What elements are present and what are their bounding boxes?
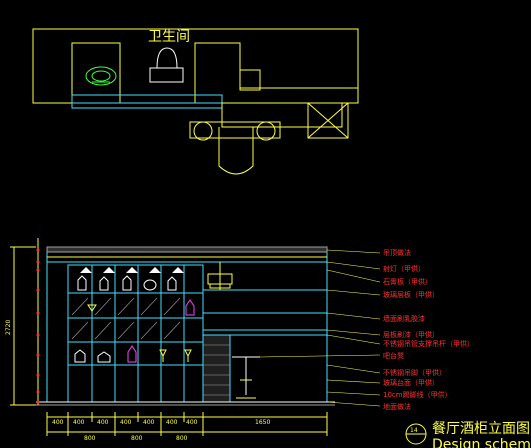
dim-text: 400 <box>143 419 155 426</box>
dim-text: 800 <box>84 435 96 442</box>
annotation-label: 10cm踢脚线（甲供） <box>383 390 452 399</box>
annotation-label: 射灯（甲供） <box>383 264 425 273</box>
cabinet-elevation <box>10 238 381 436</box>
annotation-label: 不锈钢吊脚（甲供） <box>383 368 446 377</box>
dim-text: 400 <box>120 419 132 426</box>
annotation-labels: 吊顶做法 射灯（甲供） 石膏板（甲供） 玻璃层板（甲供） 墙面刷乳胶漆 层板刷漆… <box>383 248 474 411</box>
drawing-number: 14 <box>410 427 418 434</box>
annotation-label: 吧台凳 <box>383 351 404 360</box>
dim-text: 800 <box>176 435 188 442</box>
annotation-label: 吊顶做法 <box>383 248 411 257</box>
cad-canvas[interactable]: 卫生间 2720 吊顶做法 射灯（甲供） 石膏板（甲供） 玻璃层板（甲供） 墙面… <box>0 0 531 448</box>
height-dim: 2720 <box>5 320 12 335</box>
dim-text: 400 <box>73 419 85 426</box>
annotation-label: 石膏板（甲供） <box>383 277 432 286</box>
annotation-label: 玻璃层板（甲供） <box>383 290 439 299</box>
dim-text: 1650 <box>255 419 270 426</box>
room-label: 卫生间 <box>148 29 190 45</box>
annotation-label: 层板刷漆（甲供） <box>383 330 439 339</box>
dim-text: 400 <box>52 419 64 426</box>
dim-text: 400 <box>166 419 178 426</box>
drawing-title: 餐厅酒柜立面图 <box>432 421 530 437</box>
drawing-subtitle: Design scheme <box>432 437 531 448</box>
dim-text: 800 <box>131 435 143 442</box>
bathroom-plan <box>32 28 359 175</box>
annotation-label: 玻璃台面（甲供） <box>383 378 439 387</box>
title-block: 14 餐厅酒柜立面图 Design scheme <box>405 421 531 448</box>
dim-text: 400 <box>97 419 109 426</box>
dim-text: 400 <box>186 419 198 426</box>
annotation-label: 墙面刷乳胶漆 <box>383 314 425 323</box>
annotation-label: 不锈钢吊管支撑吊杆（甲供） <box>383 339 474 348</box>
annotation-label: 地面做法 <box>383 402 411 411</box>
